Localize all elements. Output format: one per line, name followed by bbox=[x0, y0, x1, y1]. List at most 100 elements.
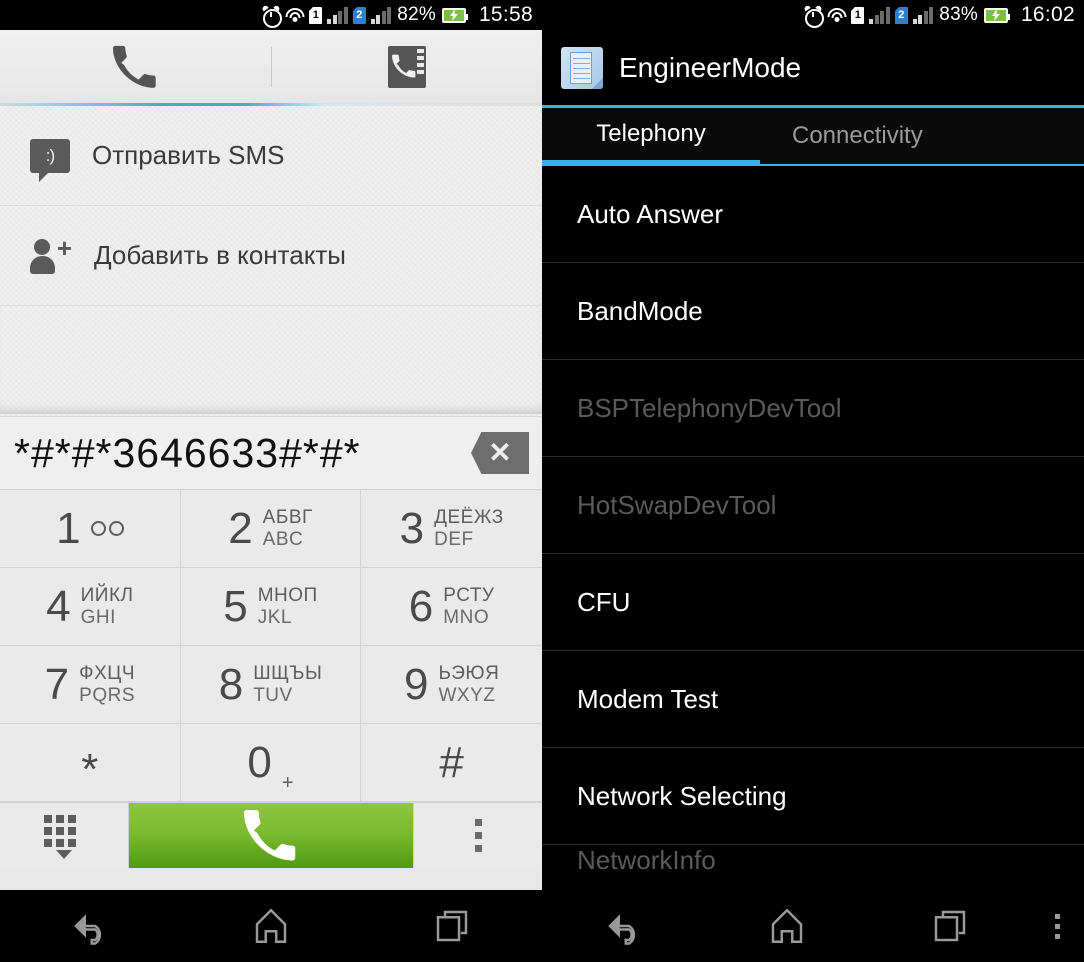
call-icon bbox=[244, 809, 296, 860]
wifi-icon bbox=[827, 7, 847, 23]
key-star[interactable]: * bbox=[0, 724, 181, 802]
key-digit: 8 bbox=[218, 659, 244, 709]
app-action-bar: EngineerMode bbox=[542, 30, 1084, 108]
engineer-item-list: Auto Answer BandMode BSPTelephonyDevTool… bbox=[542, 166, 1084, 885]
signal1-icon bbox=[869, 6, 890, 24]
list-item-label: Добавить в контакты bbox=[94, 240, 346, 270]
keypad-toggle-icon bbox=[44, 814, 84, 859]
key-digit: * bbox=[81, 745, 99, 795]
key-letters-ru: ФХЦЧ bbox=[79, 662, 135, 684]
navigation-bar-left bbox=[0, 890, 542, 962]
key-9[interactable]: 9 ЬЭЮЯ WXYZ bbox=[361, 646, 542, 724]
key-letters-en: ABC bbox=[262, 528, 304, 550]
key-letters-ru: ДЕЁЖЗ bbox=[434, 506, 504, 528]
key-letters-en: TUV bbox=[253, 684, 293, 706]
nav-overflow-button[interactable] bbox=[1032, 913, 1084, 939]
list-empty-space bbox=[0, 306, 542, 414]
key-letters-ru: АБВГ bbox=[262, 506, 313, 528]
key-digit: 4 bbox=[46, 581, 71, 631]
engineer-mode-icon bbox=[561, 46, 603, 89]
list-item[interactable]: BandMode bbox=[542, 263, 1084, 360]
status-bar-right: 1 2 83% 16:02 bbox=[542, 0, 1084, 30]
nav-recents-button[interactable] bbox=[361, 905, 542, 947]
list-item[interactable]: Auto Answer bbox=[542, 166, 1084, 263]
phone-icon bbox=[113, 45, 157, 89]
key-digit: 1 bbox=[56, 503, 81, 553]
dialer-overflow-button[interactable] bbox=[414, 803, 542, 868]
signal1-icon bbox=[327, 6, 348, 24]
key-letters-ru: ИЙКЛ bbox=[80, 584, 134, 606]
list-item-add-contact[interactable]: + Добавить в контакты bbox=[0, 206, 542, 306]
key-1[interactable]: 1 bbox=[0, 490, 181, 568]
dialer-tab-bar bbox=[0, 30, 542, 106]
key-7[interactable]: 7 ФХЦЧ PQRS bbox=[0, 646, 181, 724]
call-button[interactable] bbox=[128, 803, 414, 868]
status-icons: 1 2 bbox=[261, 4, 392, 28]
key-letters-ru: МНОП bbox=[257, 584, 318, 606]
key-6[interactable]: 6 РСТУ MNO bbox=[361, 568, 542, 646]
dial-number-field[interactable]: *#*#*3646633#*#* ✕ bbox=[0, 416, 542, 490]
home-icon bbox=[255, 908, 287, 943]
key-plus: + bbox=[281, 772, 294, 794]
key-digit: 7 bbox=[44, 659, 70, 709]
nav-back-button[interactable] bbox=[0, 905, 181, 947]
battery-icon bbox=[983, 7, 1010, 23]
backspace-button[interactable]: ✕ bbox=[471, 432, 529, 474]
nav-recents-button[interactable] bbox=[869, 905, 1032, 947]
key-8[interactable]: 8 ШЩЪЫ TUV bbox=[180, 646, 362, 724]
key-letters-en: PQRS bbox=[79, 684, 135, 706]
list-item: HotSwapDevTool bbox=[542, 457, 1084, 554]
key-hash[interactable]: # bbox=[361, 724, 542, 802]
key-2[interactable]: 2 АБВГ ABC bbox=[180, 490, 362, 568]
left-panel-dialer: 1 2 82% 15:58:) Отправить SMS + Добавит… bbox=[0, 0, 542, 962]
list-item[interactable]: Modem Test bbox=[542, 651, 1084, 748]
key-3[interactable]: 3 ДЕЁЖЗ DEF bbox=[361, 490, 542, 568]
list-item-send-sms[interactable]: :) Отправить SMS bbox=[0, 106, 542, 206]
list-item[interactable]: CFU bbox=[542, 554, 1084, 651]
dialpad: 1 2 АБВГ ABC 3 ДЕЁЖЗ DEF 4 ИЙКЛ GHI 5 МНОП J… bbox=[0, 490, 542, 802]
recents-icon bbox=[436, 910, 467, 942]
key-letters-en: WXYZ bbox=[438, 684, 496, 706]
home-icon bbox=[771, 908, 803, 943]
nav-home-button[interactable] bbox=[705, 905, 868, 947]
alarm-icon bbox=[261, 4, 283, 28]
tab-contacts[interactable] bbox=[272, 30, 543, 103]
key-digit: 3 bbox=[399, 503, 425, 553]
tab-telephony[interactable]: Telephony bbox=[542, 108, 760, 164]
add-contact-icon: + bbox=[30, 235, 72, 275]
list-item[interactable]: Network Selecting bbox=[542, 748, 1084, 845]
tab-dialer[interactable] bbox=[0, 30, 271, 103]
dialer-action-bar bbox=[0, 802, 542, 868]
sim1-icon: 1 bbox=[309, 6, 323, 24]
contact-book-icon bbox=[387, 45, 426, 88]
nav-back-button[interactable] bbox=[542, 905, 705, 947]
key-letters-en: DEF bbox=[434, 528, 474, 550]
back-icon bbox=[74, 914, 102, 945]
signal2-icon bbox=[370, 6, 392, 24]
sim1-icon: 1 bbox=[851, 6, 865, 24]
clock-label: 16:02 bbox=[1020, 3, 1075, 26]
key-letters-en: JKL bbox=[257, 606, 292, 628]
key-5[interactable]: 5 МНОП JKL bbox=[180, 568, 362, 646]
sms-icon: :) bbox=[30, 138, 70, 182]
dual-screenshot: 1 2 82% 15:58:) Отправить SMS + Добавит… bbox=[0, 0, 1084, 962]
key-4[interactable]: 4 ИЙКЛ GHI bbox=[0, 568, 181, 646]
battery-percent-label: 82% bbox=[397, 4, 436, 25]
tab-connectivity[interactable]: Connectivity bbox=[760, 108, 1084, 164]
keypad-toggle-button[interactable] bbox=[0, 803, 128, 868]
signal2-icon bbox=[912, 6, 934, 24]
key-letters-en: MNO bbox=[443, 606, 490, 628]
clock-label: 15:58 bbox=[478, 3, 533, 26]
dial-number-value: *#*#*3646633#*#* bbox=[14, 429, 361, 476]
list-item-label: Отправить SMS bbox=[92, 140, 285, 170]
key-0[interactable]: 0 + bbox=[180, 724, 362, 802]
list-item: BSPTelephonyDevTool bbox=[542, 360, 1084, 457]
recents-icon bbox=[935, 910, 966, 942]
key-letters-ru: ШЩЪЫ bbox=[253, 662, 323, 684]
battery-percent-label: 83% bbox=[939, 4, 978, 25]
alarm-icon bbox=[803, 4, 825, 28]
nav-home-button[interactable] bbox=[181, 905, 362, 947]
backspace-icon: ✕ bbox=[488, 437, 512, 468]
wifi-icon bbox=[285, 7, 305, 23]
key-digit: 5 bbox=[223, 581, 248, 631]
